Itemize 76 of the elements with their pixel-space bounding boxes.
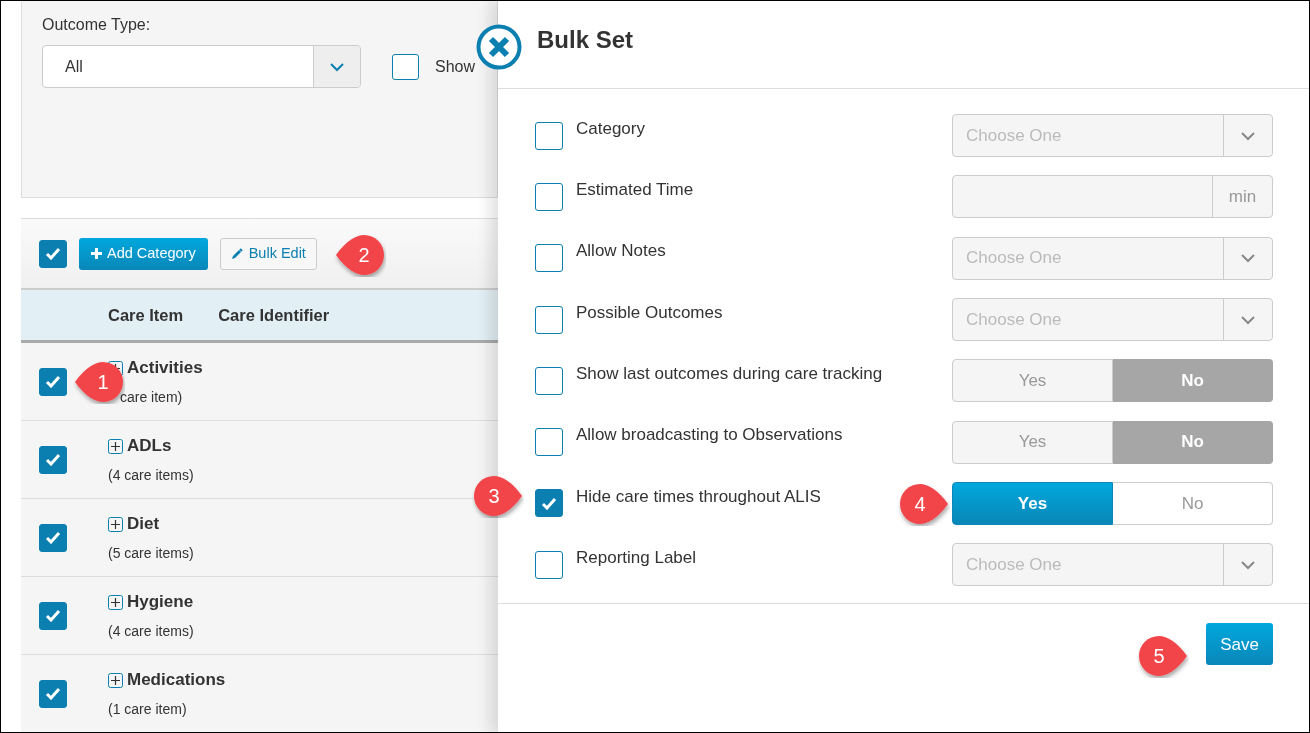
option-label: Estimated Time [576,180,694,200]
bulk-edit-button[interactable]: Bulk Edit [219,237,317,270]
check-icon [541,496,557,510]
check-icon [45,453,61,466]
checkbox[interactable] [535,244,563,273]
step-callout-tooltip: 5 [1137,634,1189,678]
checkbox[interactable] [535,550,563,579]
checkbox[interactable] [39,239,67,268]
dropdown[interactable]: Choose One [952,298,1273,342]
add-category-button[interactable]: Add Category [79,237,208,270]
column-header: Care Identifier [218,304,330,326]
dropdown[interactable]: Choose One [952,236,1273,280]
category-name: Diet [127,513,160,536]
category-name: Medications [127,669,226,692]
option-label: Category [576,118,645,138]
plus-icon [91,248,102,259]
save-button[interactable]: Save [1206,623,1273,666]
checkbox[interactable] [535,489,563,518]
field-label: Outcome Type: [42,15,152,35]
checkbox[interactable] [535,121,563,150]
item-count: care item) [119,387,184,407]
close-icon[interactable] [476,24,522,70]
pencil-icon [230,247,243,260]
dropdown[interactable]: Choose One [952,114,1273,158]
chevron-down-icon [1240,314,1256,325]
item-count: (1 care item) [108,699,188,719]
option-label: Possible Outcomes [576,302,723,322]
expand-icon[interactable] [108,438,123,454]
check-icon [45,531,61,544]
item-count: (4 care items) [108,621,194,641]
checkbox[interactable] [535,305,563,334]
column-header: Care Item [108,304,184,326]
category-name: Activities [127,357,203,380]
outcome-type-dropdown[interactable]: All [42,45,361,88]
chevron-down-icon [329,61,345,72]
toggle-option[interactable]: No [1113,420,1273,464]
checkbox[interactable] [39,523,67,552]
time-input-field[interactable]: min [952,175,1273,219]
option-label: Allow broadcasting to Observations [576,425,843,445]
checkbox[interactable] [39,367,67,396]
chevron-down-icon [1240,130,1256,141]
chevron-down-icon [1240,253,1256,264]
chevron-down-icon [1240,559,1256,570]
toggle-option[interactable]: No [1113,481,1273,525]
item-count: (5 care items) [108,543,194,563]
category-name: Hygiene [127,591,194,614]
checkbox[interactable] [392,53,419,80]
step-callout-tooltip: 3 [472,474,524,518]
checkbox[interactable] [535,182,563,211]
option-label: Allow Notes [576,241,666,261]
item-count: (4 care items) [108,465,194,485]
check-icon [45,247,61,260]
category-name: ADLs [127,435,172,458]
check-icon [45,375,61,388]
step-callout-tooltip: 4 [898,482,950,526]
toggle-option[interactable]: Yes [952,481,1113,525]
checkbox[interactable] [39,601,67,630]
checkbox[interactable] [39,445,67,474]
toggle-option[interactable]: Yes [952,359,1113,403]
checkbox[interactable] [39,679,67,708]
check-icon [45,687,61,700]
expand-icon[interactable] [108,516,123,532]
unit-label: min [1212,176,1272,218]
option-label: Show last outcomes during care tracking [576,364,883,384]
option-label: Hide care times throughout ALIS [576,486,821,506]
checkbox[interactable] [535,428,563,457]
option-label: Reporting Label [576,547,697,567]
expand-icon[interactable] [108,672,123,688]
step-callout-tooltip: 2 [334,233,386,277]
toggle-option[interactable]: No [1113,359,1273,403]
toggle-option[interactable]: Yes [952,420,1113,464]
dropdown[interactable]: Choose One [952,543,1273,587]
expand-icon[interactable] [108,594,123,610]
checkbox[interactable] [535,366,563,395]
checkbox-label: Show [435,56,476,77]
check-icon [45,609,61,622]
